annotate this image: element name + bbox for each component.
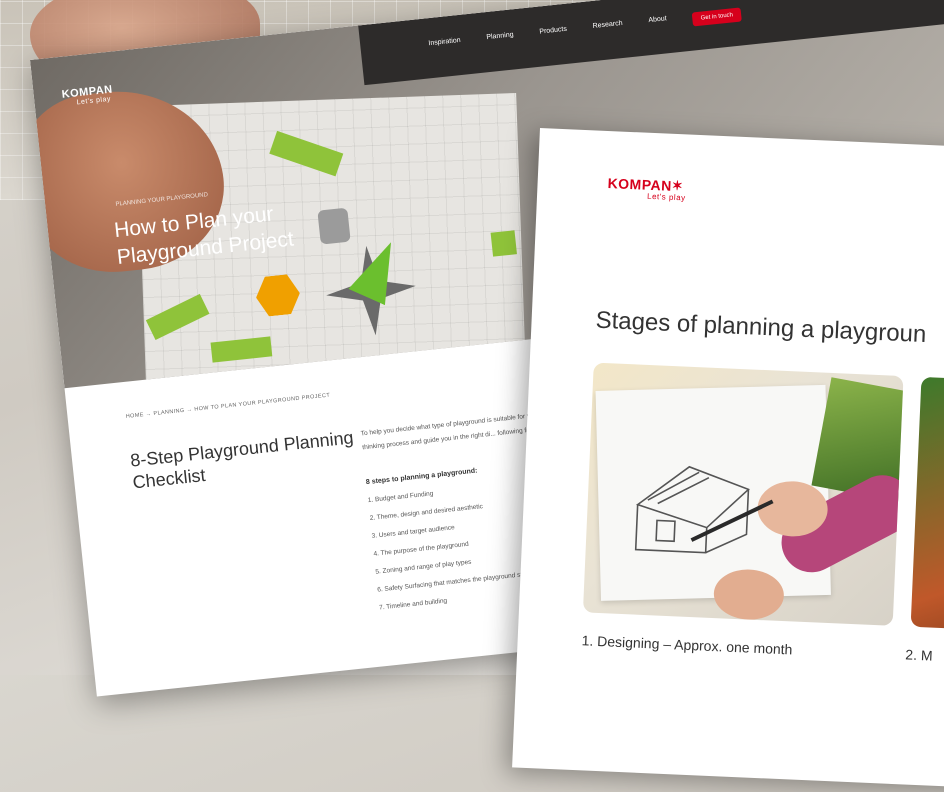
stage-card-designing[interactable] xyxy=(582,362,904,626)
stage-card-2[interactable] xyxy=(910,376,944,636)
nav-item-about[interactable]: About xyxy=(648,15,668,31)
section-title: 8-Step Playground Planning Checklist xyxy=(129,427,355,493)
front-page-screenshot: KOMPAN✶ Let's play Stages of planning a … xyxy=(512,128,944,792)
steps-heading: 8 steps to planning a playground: xyxy=(365,467,478,487)
house-sketch-icon xyxy=(634,465,750,554)
stage-caption-1: 1. Designing – Approx. one month xyxy=(581,632,793,658)
stage-caption-2: 2. M xyxy=(905,646,933,664)
logo-name: KOMPAN xyxy=(607,175,673,194)
logo-tagline: Let's play xyxy=(646,191,686,203)
kompan-logo[interactable]: KOMPAN✶ Let's play xyxy=(607,175,687,202)
stages-title: Stages of planning a playgroun xyxy=(595,306,927,349)
nav-item-planning[interactable]: Planning xyxy=(486,31,515,48)
nav-item-products[interactable]: Products xyxy=(539,26,568,43)
breadcrumb[interactable]: HOME → PLANNING → HOW TO PLAN YOUR PLAYG… xyxy=(126,392,331,419)
logo-star-icon: ✶ xyxy=(671,177,684,194)
steps-list: 1. Budget and Funding 2. Theme, design a… xyxy=(368,481,534,622)
green-block xyxy=(490,230,517,257)
